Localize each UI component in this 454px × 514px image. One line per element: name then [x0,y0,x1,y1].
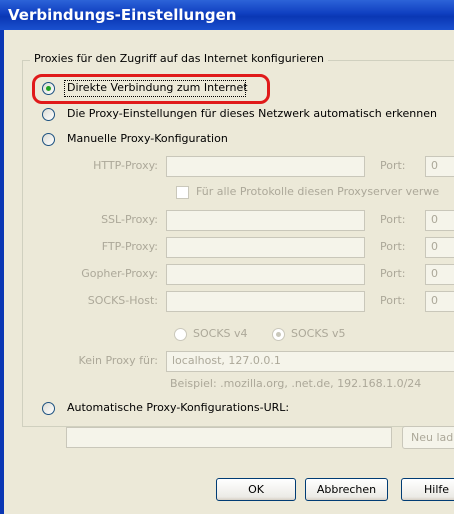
ok-button[interactable]: OK [216,478,296,501]
socks-v5-label: SOCKS v5 [291,327,346,340]
http-port-label: Port: [380,159,406,172]
gopher-proxy-label: Gopher-Proxy: [81,267,158,280]
manual-config-label[interactable]: Manuelle Proxy-Konfiguration [67,131,228,147]
gopher-proxy-input[interactable] [166,264,365,285]
gopher-port-input[interactable]: 0 [425,264,454,285]
reload-button[interactable]: Neu lad [402,426,454,449]
http-proxy-label: HTTP-Proxy: [93,159,158,172]
ftp-port-label: Port: [380,240,406,253]
ssl-port-label: Port: [380,213,406,226]
http-proxy-input[interactable] [166,156,365,177]
cancel-button[interactable]: Abbrechen [305,478,388,501]
group-legend: Proxies für den Zugriff auf das Internet… [30,50,329,68]
no-proxy-label: Kein Proxy für: [78,354,158,367]
auto-config-url-input[interactable] [66,427,392,448]
ssl-port-input[interactable]: 0 [425,210,454,231]
ssl-proxy-label: SSL-Proxy: [101,213,158,226]
ftp-proxy-label: FTP-Proxy: [101,240,158,253]
ssl-proxy-input[interactable] [166,210,365,231]
http-port-input[interactable]: 0 [425,156,454,177]
socks-port-label: Port: [380,294,406,307]
radio-socks-v5[interactable] [272,328,285,341]
socks-v4-label: SOCKS v4 [193,327,248,340]
auto-config-url-label[interactable]: Automatische Proxy-Konfigurations-URL: [67,400,289,416]
help-button[interactable]: Hilfe [401,478,454,501]
same-proxy-checkbox[interactable] [176,186,189,199]
ftp-proxy-input[interactable] [166,237,365,258]
same-proxy-label: Für alle Protokolle diesen Proxyserver v… [196,185,440,198]
radio-auto-config-url[interactable] [42,402,55,415]
socks-host-input[interactable] [166,291,365,312]
socks-port-input[interactable]: 0 [425,291,454,312]
red-highlight-annotation [32,74,270,104]
auto-detect-label[interactable]: Die Proxy-Einstellungen für dieses Netzw… [67,106,437,122]
window-title: Verbindungs-Einstellungen [0,0,454,30]
no-proxy-example: Beispiel: .mozilla.org, .net.de, 192.168… [170,377,422,390]
socks-host-label: SOCKS-Host: [87,294,158,307]
no-proxy-input[interactable]: localhost, 127.0.0.1 [166,351,454,372]
ftp-port-input[interactable]: 0 [425,237,454,258]
gopher-port-label: Port: [380,267,406,280]
window-frame [0,30,4,514]
radio-manual-config[interactable] [42,133,55,146]
radio-socks-v4[interactable] [174,328,187,341]
radio-auto-detect[interactable] [42,108,55,121]
